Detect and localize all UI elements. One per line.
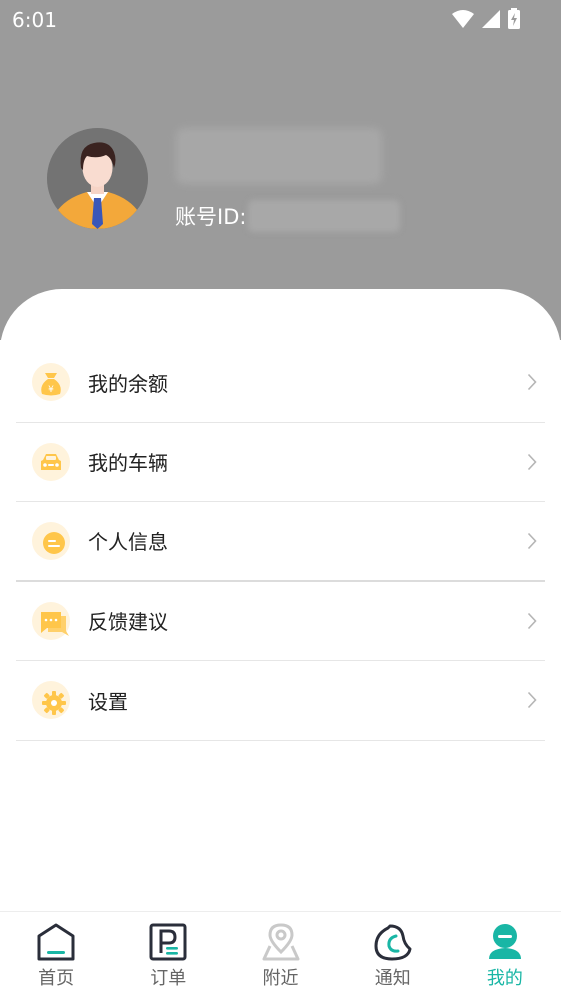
menu-item-label: 反馈建议	[88, 610, 168, 635]
profile-screen: 6:01 账号ID: ¥ 我的余额 我的车辆 个人信息 反馈建议 设置 首页 订…	[0, 0, 561, 999]
wifi-icon	[451, 9, 475, 29]
menu-item-personal-info[interactable]: 个人信息	[16, 502, 545, 582]
menu-item-label: 我的车辆	[88, 451, 168, 476]
chevron-right-icon	[527, 373, 537, 391]
username-blurred	[176, 128, 382, 184]
menu-item-label: 个人信息	[88, 530, 168, 555]
chevron-right-icon	[527, 612, 537, 630]
bottom-nav: 首页 订单 附近 通知 我的	[0, 911, 561, 999]
gear-icon	[32, 681, 70, 720]
money-bag-icon: ¥	[32, 363, 70, 402]
status-time: 6:01	[12, 8, 57, 32]
account-id-label: 账号ID:	[175, 205, 247, 229]
battery-icon	[507, 8, 521, 30]
home-icon	[36, 922, 76, 962]
avatar[interactable]	[47, 128, 148, 229]
menu-item-settings[interactable]: 设置	[16, 661, 545, 741]
account-id-row: 账号ID:	[175, 200, 401, 232]
chevron-right-icon	[527, 691, 537, 709]
nav-item-nearby[interactable]: 附近	[224, 912, 336, 999]
chevron-right-icon	[527, 532, 537, 550]
nav-label: 首页	[38, 968, 75, 989]
menu-list: ¥ 我的余额 我的车辆 个人信息 反馈建议 设置	[16, 343, 545, 741]
car-icon	[32, 442, 70, 481]
chevron-right-icon	[527, 453, 537, 471]
status-icons	[451, 8, 521, 30]
profile-info-icon	[32, 521, 70, 560]
menu-item-vehicles[interactable]: 我的车辆	[16, 423, 545, 502]
nav-item-notifications[interactable]: 通知	[337, 912, 449, 999]
nav-label: 附近	[262, 968, 299, 989]
nav-label: 通知	[374, 968, 411, 989]
signal-icon	[481, 9, 501, 29]
menu-item-label: 设置	[88, 689, 128, 714]
account-id-value-blurred	[248, 200, 401, 232]
status-bar: 6:01	[0, 0, 561, 40]
user-icon	[485, 922, 525, 962]
notification-icon	[373, 922, 413, 962]
menu-item-label: 我的余额	[88, 371, 168, 396]
menu-item-balance[interactable]: ¥ 我的余额	[16, 343, 545, 423]
parking-order-icon	[148, 922, 188, 962]
nav-item-orders[interactable]: 订单	[112, 912, 224, 999]
menu-item-feedback[interactable]: 反馈建议	[16, 582, 545, 661]
svg-text:¥: ¥	[48, 385, 54, 395]
feedback-chat-icon	[32, 601, 70, 640]
nav-label: 订单	[150, 968, 187, 989]
nav-item-home[interactable]: 首页	[0, 912, 112, 999]
nav-item-mine[interactable]: 我的	[449, 912, 561, 999]
nav-label: 我的	[486, 968, 523, 989]
location-pin-icon	[261, 922, 301, 962]
